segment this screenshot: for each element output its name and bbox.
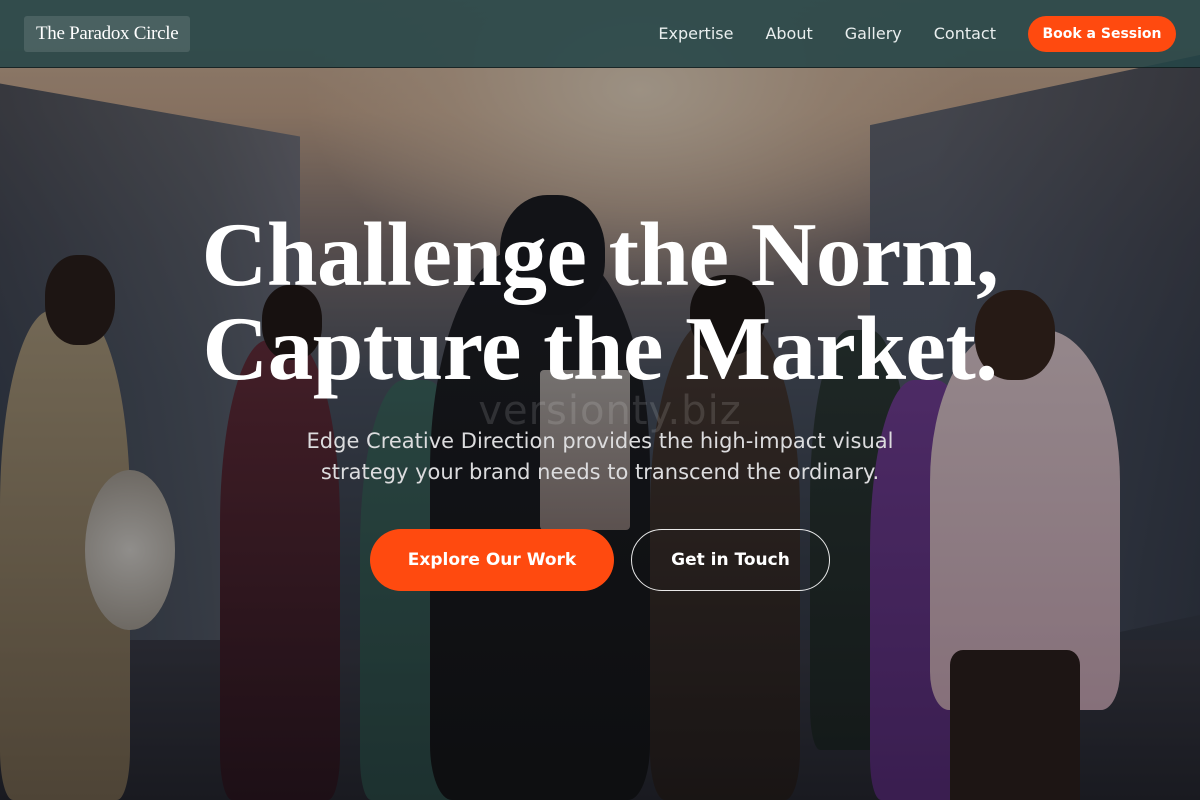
subtitle-line-2: strategy your brand needs to transcend t…: [320, 460, 880, 484]
headline-line-1: Challenge the Norm,: [201, 204, 999, 305]
subtitle-line-1: Edge Creative Direction provides the hig…: [306, 429, 894, 453]
hero-content: Challenge the Norm, Capture the Market. …: [0, 0, 1200, 800]
headline-line-2: Capture the Market.: [202, 298, 998, 399]
hero-headline: Challenge the Norm, Capture the Market.: [0, 208, 1200, 396]
hero-buttons: Explore Our Work Get in Touch: [370, 529, 830, 591]
get-in-touch-button[interactable]: Get in Touch: [631, 529, 830, 591]
explore-work-button[interactable]: Explore Our Work: [370, 529, 614, 591]
hero-subtitle: Edge Creative Direction provides the hig…: [250, 426, 950, 488]
